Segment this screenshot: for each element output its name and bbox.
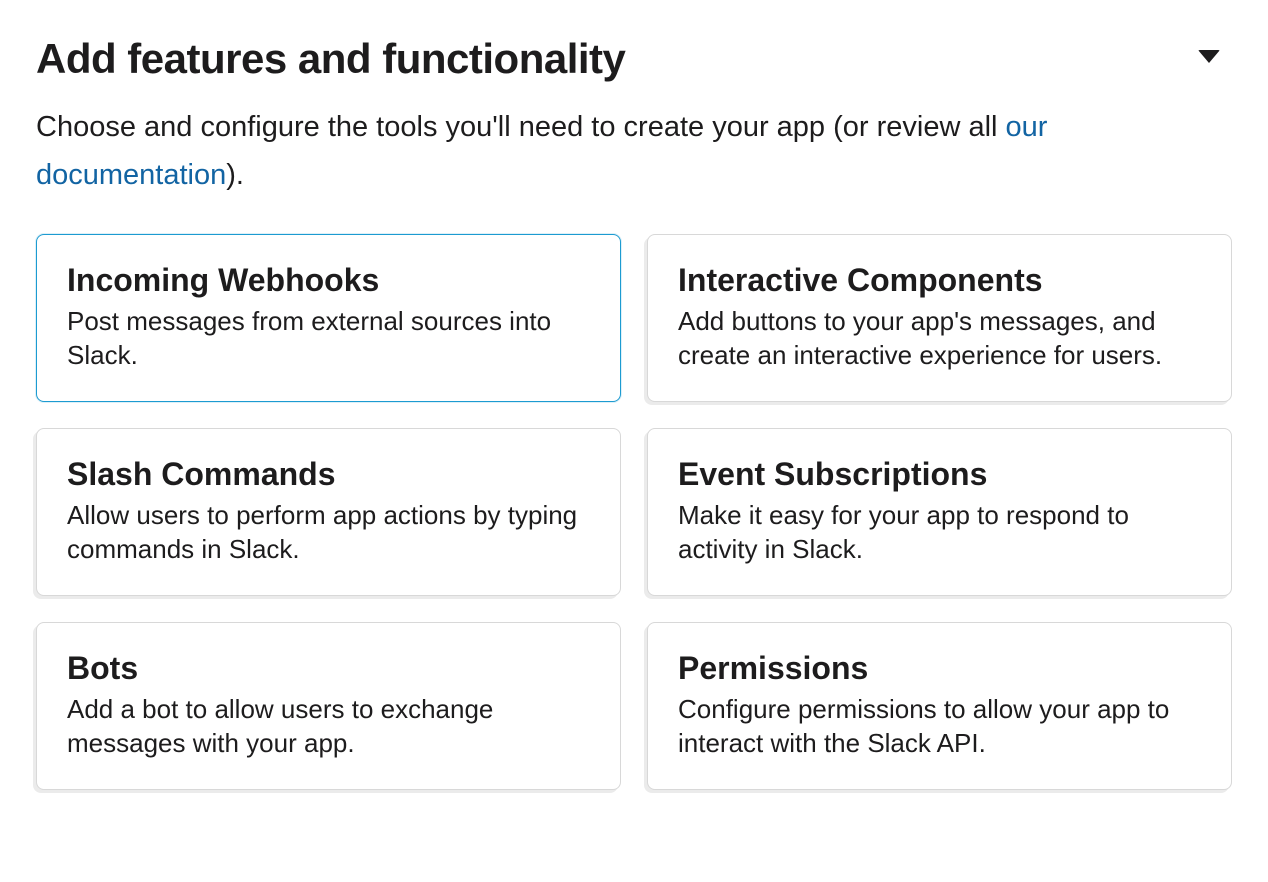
card-title: Permissions — [678, 649, 1201, 687]
card-title: Interactive Components — [678, 261, 1201, 299]
card-bots[interactable]: Bots Add a bot to allow users to exchang… — [36, 622, 621, 790]
card-incoming-webhooks[interactable]: Incoming Webhooks Post messages from ext… — [36, 234, 621, 402]
intro-text-suffix: ). — [226, 159, 244, 191]
card-interactive-components[interactable]: Interactive Components Add buttons to yo… — [647, 234, 1232, 402]
collapse-toggle[interactable] — [1198, 36, 1232, 63]
card-title: Bots — [67, 649, 590, 687]
card-slash-commands[interactable]: Slash Commands Allow users to perform ap… — [36, 428, 621, 596]
intro-text-prefix: Choose and configure the tools you'll ne… — [36, 111, 1006, 143]
card-desc: Allow users to perform app actions by ty… — [67, 499, 590, 567]
feature-grid: Incoming Webhooks Post messages from ext… — [36, 234, 1232, 790]
card-title: Event Subscriptions — [678, 455, 1201, 493]
section-intro: Choose and configure the tools you'll ne… — [36, 104, 1232, 200]
card-title: Incoming Webhooks — [67, 261, 590, 299]
chevron-down-icon — [1198, 50, 1220, 63]
card-desc: Configure permissions to allow your app … — [678, 693, 1201, 761]
card-desc: Add buttons to your app's messages, and … — [678, 305, 1201, 373]
card-permissions[interactable]: Permissions Configure permissions to all… — [647, 622, 1232, 790]
section-title: Add features and functionality — [36, 36, 625, 82]
card-title: Slash Commands — [67, 455, 590, 493]
card-desc: Make it easy for your app to respond to … — [678, 499, 1201, 567]
card-event-subscriptions[interactable]: Event Subscriptions Make it easy for you… — [647, 428, 1232, 596]
card-desc: Add a bot to allow users to exchange mes… — [67, 693, 590, 761]
card-desc: Post messages from external sources into… — [67, 305, 590, 373]
